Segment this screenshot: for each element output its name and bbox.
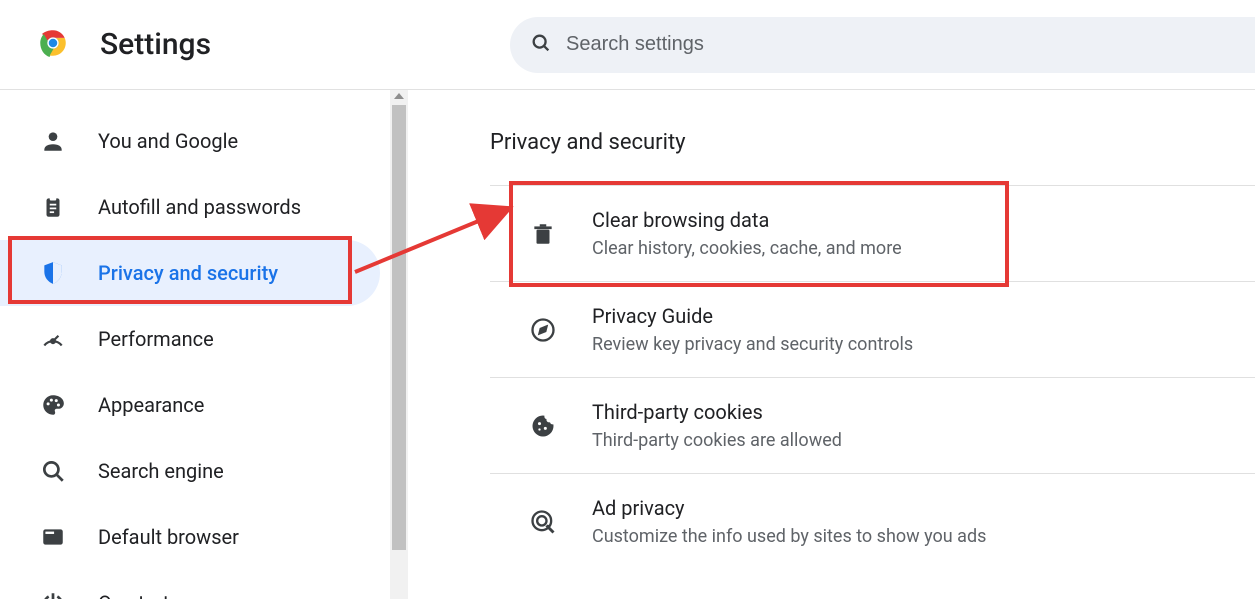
- sidebar-item-label: Privacy and security: [98, 261, 380, 285]
- section-title: Privacy and security: [490, 130, 1255, 155]
- sidebar-item-label: On startup: [98, 591, 390, 599]
- sidebar-item-on-startup[interactable]: On startup: [0, 570, 390, 599]
- row-text: Clear browsing data Clear history, cooki…: [592, 208, 902, 259]
- power-icon: [40, 590, 66, 599]
- palette-icon: [40, 392, 66, 418]
- row-text: Third-party cookies Third-party cookies …: [592, 400, 842, 451]
- sidebar-item-performance[interactable]: Performance: [0, 306, 390, 372]
- row-subtitle: Clear history, cookies, cache, and more: [592, 238, 902, 259]
- row-text: Ad privacy Customize the info used by si…: [592, 496, 986, 547]
- sidebar-item-default-browser[interactable]: Default browser: [0, 504, 390, 570]
- sidebar-item-label: Default browser: [98, 525, 390, 549]
- search-box[interactable]: [510, 17, 1255, 73]
- sidebar-item-label: You and Google: [98, 129, 390, 153]
- row-third-party-cookies[interactable]: Third-party cookies Third-party cookies …: [490, 378, 1255, 474]
- row-title: Ad privacy: [592, 496, 986, 520]
- row-subtitle: Third-party cookies are allowed: [592, 430, 842, 451]
- clipboard-icon: [40, 194, 66, 220]
- sidebar-item-appearance[interactable]: Appearance: [0, 372, 390, 438]
- row-ad-privacy[interactable]: Ad privacy Customize the info used by si…: [490, 474, 1255, 569]
- search-icon: [40, 458, 66, 484]
- sidebar-item-you-and-google[interactable]: You and Google: [0, 108, 390, 174]
- shield-icon: [40, 260, 66, 286]
- sidebar-item-privacy-security[interactable]: Privacy and security: [0, 240, 380, 306]
- row-subtitle: Customize the info used by sites to show…: [592, 526, 986, 547]
- browser-icon: [40, 524, 66, 550]
- cookie-icon: [528, 411, 558, 441]
- person-icon: [40, 128, 66, 154]
- compass-icon: [528, 315, 558, 345]
- row-clear-browsing-data[interactable]: Clear browsing data Clear history, cooki…: [490, 186, 1255, 282]
- sidebar-item-label: Appearance: [98, 393, 390, 417]
- row-text: Privacy Guide Review key privacy and sec…: [592, 304, 913, 355]
- trash-icon: [528, 219, 558, 249]
- row-privacy-guide[interactable]: Privacy Guide Review key privacy and sec…: [490, 282, 1255, 378]
- sidebar-item-search-engine[interactable]: Search engine: [0, 438, 390, 504]
- search-icon: [530, 32, 552, 58]
- row-title: Third-party cookies: [592, 400, 842, 424]
- page-title: Settings: [100, 27, 211, 62]
- row-title: Clear browsing data: [592, 208, 902, 232]
- speedometer-icon: [40, 326, 66, 352]
- ad-target-icon: [528, 507, 558, 537]
- row-title: Privacy Guide: [592, 304, 913, 328]
- sidebar-item-label: Performance: [98, 327, 390, 351]
- sidebar-item-label: Search engine: [98, 459, 390, 483]
- chrome-logo-icon: [36, 26, 70, 64]
- sidebar-item-autofill[interactable]: Autofill and passwords: [0, 174, 390, 240]
- sidebar-item-label: Autofill and passwords: [98, 195, 390, 219]
- main-panel: Privacy and security Clear browsing data…: [390, 90, 1255, 599]
- body: You and Google Autofill and passwords Pr…: [0, 90, 1255, 599]
- row-subtitle: Review key privacy and security controls: [592, 334, 913, 355]
- search-input[interactable]: [564, 32, 1255, 57]
- settings-list: Clear browsing data Clear history, cooki…: [490, 185, 1255, 569]
- sidebar: You and Google Autofill and passwords Pr…: [0, 90, 390, 599]
- header-left: Settings: [36, 26, 211, 64]
- header: Settings: [0, 0, 1255, 90]
